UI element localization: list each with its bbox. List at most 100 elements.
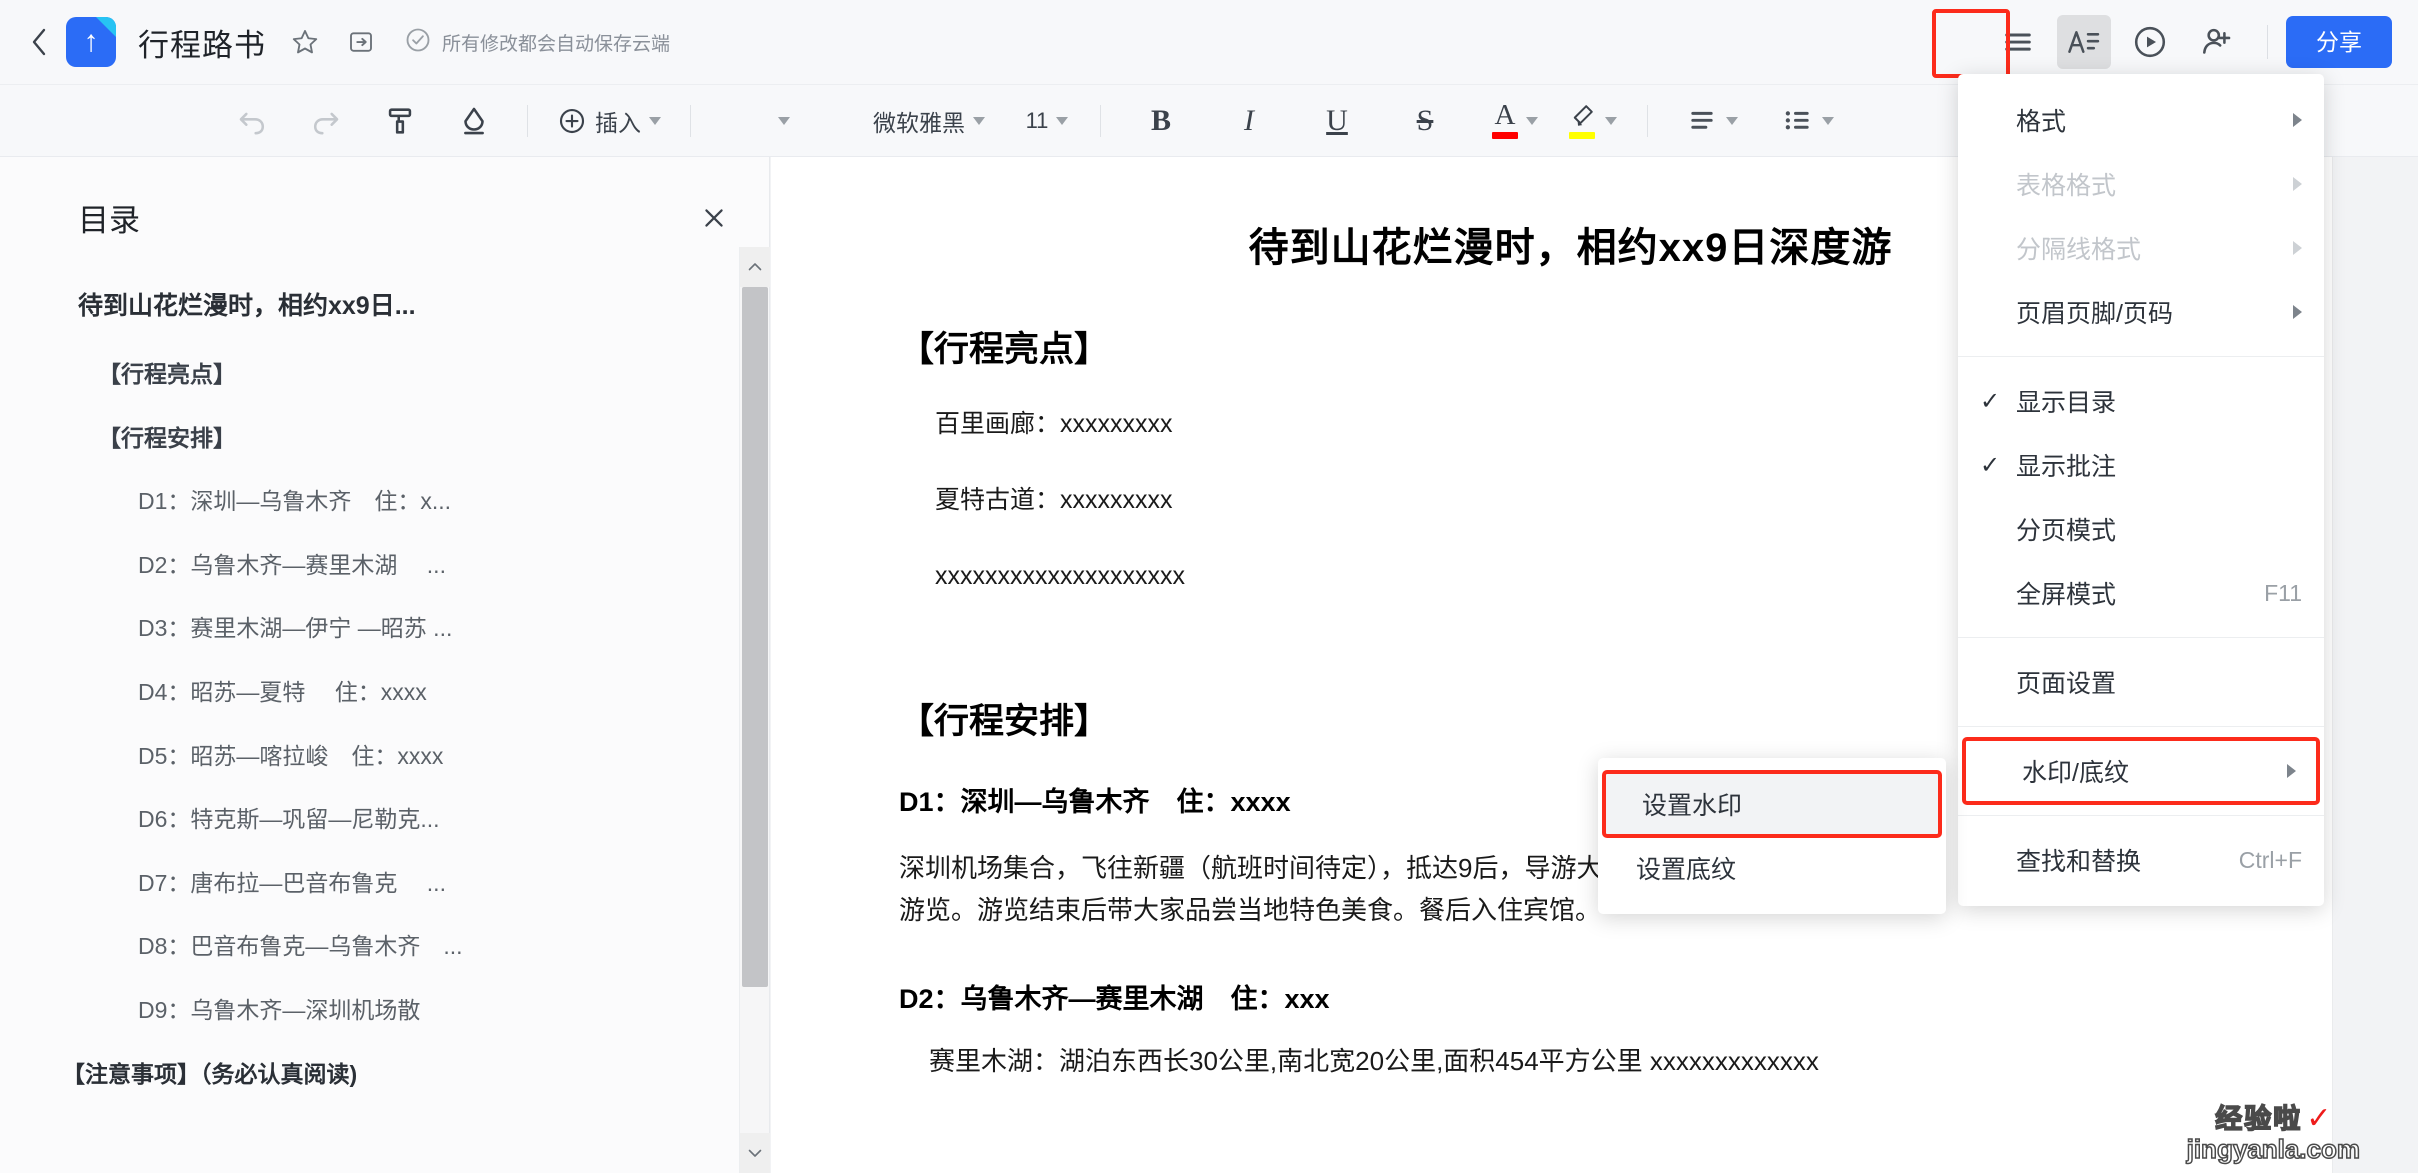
add-user-icon[interactable] (2189, 15, 2243, 69)
menu-item[interactable]: ✓ 显示批注 (1958, 433, 2324, 497)
chevron-up-icon[interactable] (740, 247, 770, 287)
menu-item-label: 查找和替换 (2016, 848, 2142, 876)
font-family-dropdown[interactable]: 微软雅黑 (873, 97, 985, 145)
hamburger-menu-icon[interactable] (1991, 15, 2045, 69)
toc-item[interactable]: D9：乌鲁木齐—深圳机场散 (0, 997, 770, 1025)
app-logo-icon[interactable]: ↑ (66, 17, 116, 67)
toc-item[interactable]: D8：巴音布鲁克—乌鲁木齐 ... (0, 933, 770, 961)
bullet-list-icon (1782, 107, 1814, 135)
paragraph-style-dropdown[interactable] (720, 97, 840, 145)
highlight-color-button[interactable] (1567, 97, 1617, 145)
undo-icon[interactable] (228, 97, 276, 145)
menu-item-label: 水印/底纹 (2022, 759, 2129, 787)
header-actions: 分享 (1979, 15, 2418, 69)
clear-format-icon[interactable] (450, 97, 498, 145)
submenu-arrow-icon (2293, 241, 2302, 255)
toolbar-divider (527, 104, 528, 137)
view-format-menu[interactable]: 格式表格格式分隔线格式页眉页脚/页码 ✓ 显示目录 ✓ 显示批注 分页模式全屏模式 F11 页… (1958, 74, 2324, 906)
menu-item[interactable]: 页面设置 (1958, 650, 2324, 714)
toc-title: 目录 (78, 203, 140, 238)
toolbar-divider-4 (1647, 104, 1648, 137)
toc-item[interactable]: D6：特克斯—巩留—尼勒克... (0, 806, 770, 834)
check-icon: ✓ (1980, 387, 2001, 415)
menu-item[interactable]: 查找和替换 Ctrl+F (1958, 828, 2324, 892)
align-button[interactable] (1686, 97, 1738, 145)
redo-icon[interactable] (302, 97, 350, 145)
toc-scrollbar-thumb[interactable] (742, 287, 768, 987)
underline-button[interactable]: U (1313, 97, 1361, 145)
app-header: ↑ 行程路书 所有修改都会自动保存云端 分享 (0, 0, 2418, 85)
chevron-down-icon[interactable] (740, 1133, 770, 1173)
menu-item[interactable]: 全屏模式 F11 (1958, 561, 2324, 625)
font-family-label: 微软雅黑 (873, 109, 965, 136)
font-size-label: 11 (1025, 107, 1049, 133)
font-size-dropdown[interactable]: 11 (1023, 97, 1071, 145)
chevron-down-icon (778, 116, 790, 125)
menu-item-label: 表格格式 (2016, 172, 2117, 200)
insert-button[interactable]: 插入 (557, 97, 661, 145)
share-button[interactable]: 分享 (2286, 16, 2392, 68)
underline-label: U (1326, 103, 1348, 137)
menu-item[interactable]: 分页模式 (1958, 497, 2324, 561)
toc-sidebar: 目录 待到山花烂漫时，相约xx9日... 【行程亮点】 【行程安排】 D1：深圳—乌鲁… (0, 157, 770, 1173)
submenu-item[interactable]: 设置底纹 (1598, 836, 1946, 900)
strikethrough-button[interactable]: S (1401, 97, 1449, 145)
menu-item-label: 显示目录 (2016, 389, 2117, 417)
toc-item[interactable]: D7：唐布拉—巴音布鲁克 ... (0, 870, 770, 898)
menu-item-label: 分隔线格式 (2016, 236, 2142, 264)
watermark-submenu[interactable]: 设置水印设置底纹 (1598, 758, 1946, 914)
header-divider (2267, 25, 2268, 59)
submenu-item[interactable]: 设置水印 (1602, 770, 1942, 838)
toc-item[interactable]: D2：乌鲁木齐—赛里木湖 ... (0, 552, 770, 580)
toolbar-divider-3 (1100, 104, 1101, 137)
chevron-down-icon (1822, 116, 1834, 125)
menu-item[interactable]: 格式 (1958, 88, 2324, 152)
toc-scroll-area[interactable]: 待到山花烂漫时，相约xx9日... 【行程亮点】 【行程安排】 D1：深圳—乌鲁木齐 … (0, 247, 770, 1173)
italic-label: I (1244, 103, 1254, 137)
font-color-label: A (1494, 99, 1516, 132)
close-icon[interactable] (695, 199, 733, 237)
menu-item: 分隔线格式 (1958, 216, 2324, 280)
bold-button[interactable]: B (1137, 97, 1185, 145)
align-left-icon (1686, 107, 1718, 135)
chevron-down-icon (1605, 116, 1617, 125)
highlighter-icon (1567, 102, 1597, 130)
play-circle-icon[interactable] (2123, 15, 2177, 69)
font-color-button[interactable]: A (1491, 97, 1539, 145)
italic-button[interactable]: I (1225, 97, 1273, 145)
doc-day2-body: 赛里木湖：湖泊东西长30公里,南北宽20公里,面积454平方公里 xxxxxxx… (929, 1046, 1819, 1077)
chevron-down-icon (973, 116, 985, 125)
check-circle-icon (404, 26, 432, 59)
menu-item[interactable]: 页眉页脚/页码 (1958, 280, 2324, 344)
check-icon: ✓ (1980, 451, 2001, 479)
menu-item[interactable]: 水印/底纹 (1962, 737, 2320, 805)
font-color-swatch (1492, 131, 1518, 139)
text-format-icon[interactable] (2057, 15, 2111, 69)
toc-item[interactable]: 【行程安排】 (0, 425, 770, 453)
menu-divider (1958, 356, 2324, 357)
toc-item[interactable]: D1：深圳—乌鲁木齐 住：x... (0, 488, 770, 516)
save-status: 所有修改都会自动保存云端 (404, 26, 670, 59)
toc-item[interactable]: D3：赛里木湖—伊宁 —昭苏 ... (0, 615, 770, 643)
back-chevron-icon[interactable] (26, 22, 52, 62)
chevron-down-icon (1056, 116, 1069, 125)
menu-item-shortcut: Ctrl+F (2238, 846, 2302, 873)
toc-item[interactable]: D5：昭苏—喀拉峻 住：xxxx (0, 743, 770, 771)
toc-item[interactable]: 【注意事项】（务必认真阅读) (0, 1061, 770, 1089)
toc-header: 目录 (0, 157, 769, 240)
move-to-folder-icon[interactable] (344, 25, 378, 59)
menu-item-shortcut: F11 (2264, 579, 2302, 606)
doc-day2-heading: D2：乌鲁木齐—赛里木湖 住：xxx (899, 984, 1330, 1015)
star-icon[interactable] (288, 25, 322, 59)
menu-item-label: 全屏模式 (2016, 581, 2117, 609)
document-title[interactable]: 行程路书 (138, 20, 266, 65)
toc-item[interactable]: D4：昭苏—夏特 住：xxxx (0, 679, 770, 707)
toc-item[interactable]: 【行程亮点】 (0, 361, 770, 389)
menu-item[interactable]: ✓ 显示目录 (1958, 369, 2324, 433)
submenu-item-label: 设置底纹 (1636, 856, 1737, 884)
menu-item-label: 页面设置 (2016, 670, 2117, 698)
toc-item[interactable]: 待到山花烂漫时，相约xx9日... (0, 291, 770, 321)
list-button[interactable] (1782, 97, 1834, 145)
format-painter-icon[interactable] (376, 97, 424, 145)
toc-scrollbar[interactable] (739, 247, 770, 1173)
